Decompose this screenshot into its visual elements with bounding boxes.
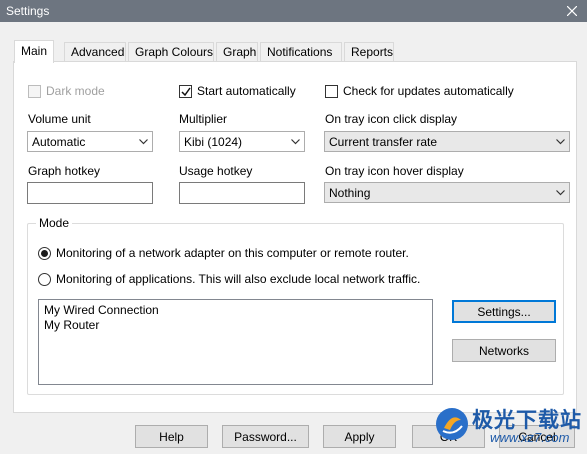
adapter-settings-button[interactable]: Settings... xyxy=(452,300,556,323)
title-bar: Settings xyxy=(0,0,587,22)
check-updates-checkbox[interactable]: Check for updates automatically xyxy=(325,84,514,98)
usage-hotkey-label: Usage hotkey xyxy=(179,164,253,178)
password-button[interactable]: Password... xyxy=(222,425,309,448)
volume-unit-label: Volume unit xyxy=(28,112,91,126)
window-title: Settings xyxy=(6,4,50,18)
radio-dot xyxy=(38,272,51,286)
main-tab-panel: Dark mode Start automatically Check for … xyxy=(13,61,577,413)
chevron-down-icon xyxy=(551,183,569,202)
help-button[interactable]: Help xyxy=(135,425,208,448)
list-item[interactable]: My Router xyxy=(44,318,427,333)
start-automatically-checkbox[interactable]: Start automatically xyxy=(179,84,296,98)
tray-hover-value: Nothing xyxy=(329,185,371,200)
tray-hover-select[interactable]: Nothing xyxy=(324,182,570,203)
tab-reports[interactable]: Reports xyxy=(344,42,394,62)
graph-hotkey-label: Graph hotkey xyxy=(28,164,101,178)
tray-hover-label: On tray icon hover display xyxy=(325,164,464,178)
tab-notifications[interactable]: Notifications xyxy=(260,42,342,62)
chevron-down-icon xyxy=(286,132,304,151)
dark-mode-checkbox[interactable]: Dark mode xyxy=(28,84,105,98)
start-automatically-label: Start automatically xyxy=(197,84,296,98)
checkbox-box xyxy=(179,84,192,98)
close-button[interactable] xyxy=(557,0,587,22)
volume-unit-value: Automatic xyxy=(32,134,86,149)
dark-mode-label: Dark mode xyxy=(46,84,105,98)
multiplier-select[interactable]: Kibi (1024) xyxy=(179,131,305,152)
chevron-down-icon xyxy=(551,132,569,151)
networks-button[interactable]: Networks xyxy=(452,339,556,362)
mode-adapter-radio[interactable]: Monitoring of a network adapter on this … xyxy=(38,246,409,260)
close-icon xyxy=(567,6,577,16)
checkbox-box xyxy=(28,84,41,98)
multiplier-value: Kibi (1024) xyxy=(184,134,243,149)
checkmark-icon xyxy=(181,87,191,96)
mode-adapter-label: Monitoring of a network adapter on this … xyxy=(56,246,409,260)
apply-button[interactable]: Apply xyxy=(323,425,396,448)
mode-legend: Mode xyxy=(36,216,73,230)
tray-click-label: On tray icon click display xyxy=(325,112,458,126)
usage-hotkey-input[interactable] xyxy=(179,182,305,204)
tab-main[interactable]: Main xyxy=(14,40,54,63)
radio-dot xyxy=(38,246,51,260)
tab-advanced[interactable]: Advanced xyxy=(64,42,126,62)
chevron-down-icon xyxy=(134,132,152,151)
tray-click-value: Current transfer rate xyxy=(329,134,438,149)
volume-unit-select[interactable]: Automatic xyxy=(27,131,153,152)
tab-graph-colours[interactable]: Graph Colours xyxy=(128,42,214,62)
cancel-button[interactable]: Cancel xyxy=(499,425,575,448)
mode-apps-label: Monitoring of applications. This will al… xyxy=(56,272,421,286)
tab-graph[interactable]: Graph xyxy=(216,42,258,62)
ok-button[interactable]: OK xyxy=(412,425,485,448)
graph-hotkey-input[interactable] xyxy=(27,182,153,204)
checkbox-box xyxy=(325,84,338,98)
tray-click-select[interactable]: Current transfer rate xyxy=(324,131,570,152)
check-updates-label: Check for updates automatically xyxy=(343,84,514,98)
multiplier-label: Multiplier xyxy=(179,112,228,126)
mode-apps-radio[interactable]: Monitoring of applications. This will al… xyxy=(38,272,420,286)
list-item[interactable]: My Wired Connection xyxy=(44,303,427,318)
connections-listbox[interactable]: My Wired Connection My Router xyxy=(38,299,433,385)
